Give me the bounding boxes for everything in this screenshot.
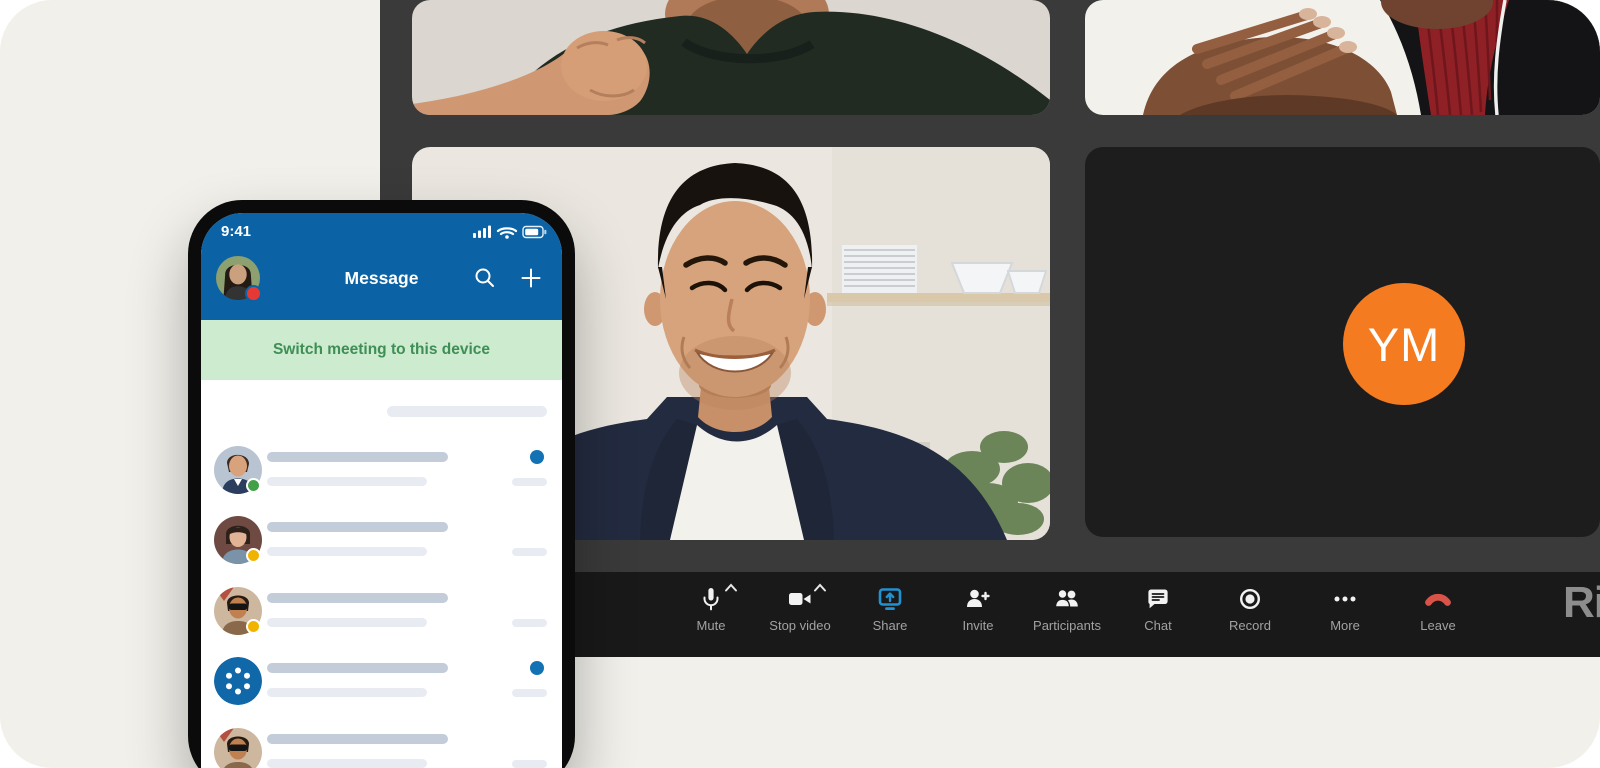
- app-header: 9:41 Message: [201, 213, 562, 320]
- unread-dot: [530, 661, 544, 675]
- conversation-list-item[interactable]: [201, 587, 562, 635]
- participant-2-video: [1085, 0, 1600, 115]
- share-screen-icon: [878, 588, 902, 610]
- name-skeleton-line: [267, 593, 448, 603]
- time-skeleton-pill: [512, 619, 547, 627]
- video-tile-participant-1: [412, 0, 1050, 115]
- switch-meeting-banner[interactable]: Switch meeting to this device: [201, 320, 562, 380]
- initials-avatar: YM: [1343, 283, 1465, 405]
- leave-label: Leave: [1420, 618, 1456, 633]
- name-skeleton-line: [267, 663, 448, 673]
- signal-bars-icon: [473, 225, 491, 238]
- page-title: Message: [344, 268, 419, 288]
- time-skeleton-pill: [512, 689, 547, 697]
- team-avatar: [214, 657, 262, 705]
- participants-label: Participants: [1033, 618, 1101, 633]
- phone-screen: 9:41 Message Switch meeting to this devi…: [201, 213, 562, 768]
- video-tile-participant-2: [1085, 0, 1600, 115]
- switch-meeting-banner-text: Switch meeting to this device: [272, 341, 491, 358]
- phone-hangup-icon: [1425, 593, 1451, 606]
- invite-label: Invite: [962, 618, 994, 633]
- message-skeleton-line: [267, 618, 427, 627]
- presence-dot: [246, 548, 261, 563]
- conversation-list-item[interactable]: [201, 516, 562, 564]
- time-skeleton-pill: [512, 478, 547, 486]
- more-label: More: [1330, 618, 1360, 633]
- more-dots-icon: [1334, 596, 1356, 602]
- record-button[interactable]: Record: [1195, 572, 1305, 657]
- name-skeleton-line: [267, 734, 448, 744]
- wifi-icon: [496, 227, 518, 236]
- presence-dot: [246, 478, 261, 493]
- unread-dot: [530, 450, 544, 464]
- section-skeleton-line: [387, 406, 547, 417]
- name-skeleton-line: [267, 522, 448, 532]
- mute-label: Mute: [696, 618, 726, 633]
- record-icon: [1239, 588, 1261, 610]
- presence-dot: [246, 619, 261, 634]
- status-icons: [473, 225, 547, 239]
- video-camera-icon: [789, 593, 811, 605]
- search-icon[interactable]: [473, 266, 497, 290]
- video-menu-chevron-icon[interactable]: [813, 583, 827, 592]
- contact-avatar: [214, 728, 262, 768]
- conversation-list-item[interactable]: [201, 446, 562, 494]
- participant-1-video: [412, 0, 1050, 115]
- marketing-canvas: YM Mute Stop video Share Invite Particip…: [0, 0, 1600, 768]
- initials-text: YM: [1367, 317, 1441, 371]
- conversation-list-item[interactable]: [201, 728, 562, 768]
- message-skeleton-line: [267, 759, 427, 768]
- mute-menu-chevron-icon[interactable]: [724, 583, 738, 592]
- time-skeleton-pill: [512, 548, 547, 556]
- battery-icon: [522, 225, 547, 239]
- chat-bubble-icon: [1148, 589, 1168, 609]
- microphone-icon: [703, 588, 719, 611]
- stop-video-label: Stop video: [769, 618, 831, 633]
- person-add-icon: [967, 589, 990, 607]
- message-skeleton-line: [267, 547, 427, 556]
- video-tile-initials: YM: [1085, 147, 1600, 537]
- brand-logo-partial: Ring: [1563, 578, 1600, 627]
- leave-button[interactable]: Leave: [1383, 572, 1493, 657]
- name-skeleton-line: [267, 452, 448, 462]
- record-label: Record: [1229, 618, 1271, 633]
- new-message-plus-icon[interactable]: [519, 266, 543, 290]
- message-skeleton-line: [267, 688, 427, 697]
- status-time: 9:41: [221, 223, 252, 240]
- people-icon: [1054, 588, 1078, 608]
- phone-mockup: 9:41 Message Switch meeting to this devi…: [188, 200, 575, 768]
- chat-label: Chat: [1144, 618, 1172, 633]
- time-skeleton-pill: [512, 760, 547, 768]
- message-skeleton-line: [267, 477, 427, 486]
- conversation-list-item[interactable]: [201, 657, 562, 705]
- share-label: Share: [872, 618, 908, 633]
